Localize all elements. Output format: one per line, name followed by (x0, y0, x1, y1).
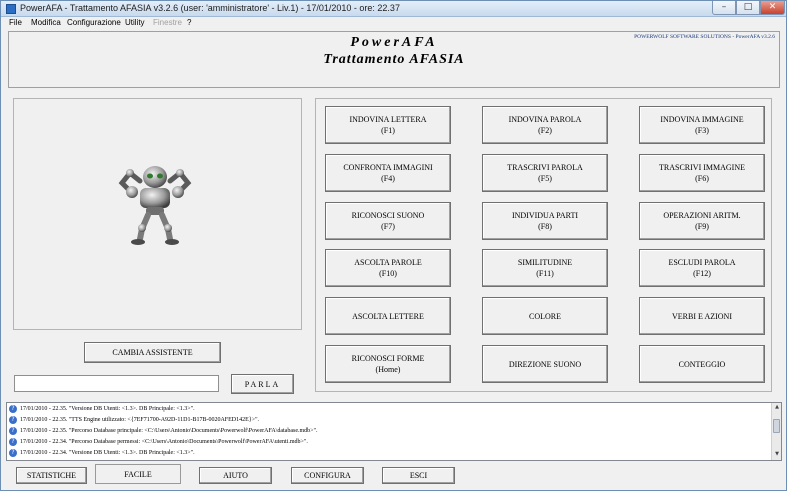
exercise-button-riconosci-forme[interactable]: RICONOSCI FORME (Home) (325, 345, 451, 383)
title-bar[interactable]: PowerAFA - Trattamento AFASIA v3.2.6 (us… (1, 1, 786, 17)
exercise-shortcut: (F9) (695, 222, 709, 231)
exercise-shortcut: (F8) (538, 222, 552, 231)
exercise-shortcut: (F7) (381, 222, 395, 231)
menu-configurazione[interactable]: Configurazione (67, 18, 121, 27)
menu-help[interactable]: ? (187, 18, 191, 27)
exercise-label: RICONOSCI FORME (351, 354, 425, 363)
menu-bar: File Modifica Configurazione Utility Fin… (1, 17, 786, 30)
exercise-button-confronta-immagini[interactable]: CONFRONTA IMMAGINI (F4) (325, 154, 451, 192)
exercise-label: CONTEGGIO (678, 359, 726, 369)
exercise-button-trascrivi-parola[interactable]: TRASCRIVI PAROLA (F5) (482, 154, 608, 192)
log-scrollbar[interactable]: ▲ ▼ (771, 403, 781, 460)
scroll-thumb[interactable] (773, 419, 780, 433)
app-window: PowerAFA - Trattamento AFASIA v3.2.6 (us… (0, 0, 787, 491)
exercise-shortcut: (F11) (536, 269, 554, 278)
log-entry[interactable]: ? 17/01/2010 - 22.35. "Versione DB Utenti… (9, 404, 195, 415)
app-subtitle: Trattamento AFASIA (323, 52, 465, 67)
info-icon: ? (9, 437, 17, 446)
log-entry[interactable]: ? 17/01/2010 - 22.35. "TTS Engine utilizz… (9, 415, 259, 426)
exercise-label: SIMILITUDINE (517, 258, 573, 267)
event-log[interactable]: ? 17/01/2010 - 22.35. "Versione DB Utenti… (6, 402, 782, 461)
menu-utility[interactable]: Utility (125, 18, 145, 27)
exercise-button-colore[interactable]: COLORE (482, 297, 608, 335)
assistant-panel (13, 98, 302, 330)
exercise-shortcut: (F1) (381, 126, 395, 135)
company-label: POWERWOLF SOFTWARE SOLUTIONS - PowerAFA … (634, 34, 775, 40)
exercise-label: INDOVINA LETTERA (349, 115, 427, 124)
scroll-up-arrow-icon[interactable]: ▲ (773, 403, 781, 412)
exercise-label: ASCOLTA PAROLE (354, 258, 422, 267)
exercise-label: RICONOSCI SUONO (351, 211, 425, 220)
exercise-shortcut: (Home) (375, 365, 401, 374)
log-text: 17/01/2010 - 22.35. "Versione DB Utenti:… (20, 406, 195, 412)
exercise-button-ascolta-lettere[interactable]: ASCOLTA LETTERE (325, 297, 451, 335)
log-entry[interactable]: ? 17/01/2010 - 22.35. "Percorso Database … (9, 426, 318, 437)
info-icon: ? (9, 415, 17, 424)
exercise-label: VERBI E AZIONI (672, 311, 732, 321)
exercise-button-conteggio[interactable]: CONTEGGIO (639, 345, 765, 383)
exercise-button-indovina-lettera[interactable]: INDOVINA LETTERA (F1) (325, 106, 451, 144)
exercise-label: COLORE (529, 311, 561, 321)
exercise-button-direzione-suono[interactable]: DIREZIONE SUONO (482, 345, 608, 383)
aiuto-button[interactable]: AIUTO (199, 467, 272, 484)
exercise-label: OPERAZIONI ARITM. (663, 211, 741, 220)
exercise-shortcut: (F10) (379, 269, 397, 278)
close-button[interactable]: ✕ (760, 1, 785, 15)
esci-button[interactable]: ESCI (382, 467, 455, 484)
minimize-button[interactable]: – (712, 1, 736, 15)
exercise-button-operazioni-aritm[interactable]: OPERAZIONI ARITM. (F9) (639, 202, 765, 240)
log-entry[interactable]: ? 17/01/2010 - 22.34. "Versione DB Utenti… (9, 448, 195, 459)
exercise-shortcut: (F4) (381, 174, 395, 183)
exercise-label: TRASCRIVI IMMAGINE (659, 163, 745, 172)
exercise-shortcut: (F12) (693, 269, 711, 278)
log-entry[interactable]: ? 17/01/2010 - 22.34. "Percorso Database … (9, 437, 308, 448)
exercise-button-riconosci-suono[interactable]: RICONOSCI SUONO (F7) (325, 202, 451, 240)
exercise-button-indovina-parola[interactable]: INDOVINA PAROLA (F2) (482, 106, 608, 144)
maximize-button[interactable]: □ (736, 1, 760, 15)
scroll-down-arrow-icon[interactable]: ▼ (773, 450, 781, 459)
log-text: 17/01/2010 - 22.35. "Percorso Database p… (20, 428, 318, 434)
facile-button[interactable]: FACILE (95, 464, 181, 484)
exercise-button-escludi-parola[interactable]: ESCLUDI PAROLA (F12) (639, 249, 765, 287)
exercise-label: INDOVINA IMMAGINE (660, 115, 744, 124)
exercise-button-similitudine[interactable]: SIMILITUDINE (F11) (482, 249, 608, 287)
exercise-label: ESCLUDI PAROLA (668, 258, 736, 267)
exercise-button-individua-parti[interactable]: INDIVIDUA PARTI (F8) (482, 202, 608, 240)
info-icon: ? (9, 404, 17, 413)
log-text: 17/01/2010 - 22.34. "Versione DB Utenti:… (20, 450, 195, 456)
exercise-button-verbi-e-azioni[interactable]: VERBI E AZIONI (639, 297, 765, 335)
exercise-label: INDIVIDUA PARTI (511, 211, 579, 220)
statistiche-button[interactable]: STATISTICHE (16, 467, 87, 484)
exercise-shortcut: (F5) (538, 174, 552, 183)
exercise-label: ASCOLTA LETTERE (352, 311, 424, 321)
exercise-label: DIREZIONE SUONO (508, 359, 582, 369)
configura-button[interactable]: CONFIGURA (291, 467, 364, 484)
exercise-label: INDOVINA PAROLA (508, 115, 582, 124)
header-panel: PowerAFA Trattamento AFASIA POWERWOLF SO… (8, 31, 780, 88)
menu-file[interactable]: File (9, 18, 22, 27)
menu-finestre: Finestre (153, 18, 182, 27)
speak-button[interactable]: PARLA (231, 374, 294, 394)
exercise-label: TRASCRIVI PAROLA (507, 163, 583, 172)
exercise-button-indovina-immagine[interactable]: INDOVINA IMMAGINE (F3) (639, 106, 765, 144)
log-text: 17/01/2010 - 22.35. "TTS Engine utilizza… (20, 417, 260, 423)
exercise-button-ascolta-parole[interactable]: ASCOLTA PAROLE (F10) (325, 249, 451, 287)
exercise-label: CONFRONTA IMMAGINI (343, 163, 433, 172)
info-icon: ? (9, 426, 17, 435)
exercise-shortcut: (F6) (695, 174, 709, 183)
robot-assistant-image[interactable] (110, 165, 200, 247)
log-text: 17/01/2010 - 22.34. "Percorso Database p… (20, 439, 308, 445)
menu-modifica[interactable]: Modifica (31, 18, 61, 27)
exercise-button-trascrivi-immagine[interactable]: TRASCRIVI IMMAGINE (F6) (639, 154, 765, 192)
info-icon: ? (9, 448, 17, 457)
app-icon (6, 4, 16, 14)
change-assistant-button[interactable]: CAMBIA ASSISTENTE (84, 342, 221, 363)
exercise-shortcut: (F2) (538, 126, 552, 135)
window-title: PowerAFA - Trattamento AFASIA v3.2.6 (us… (20, 3, 400, 13)
speak-text-input[interactable] (14, 375, 219, 392)
exercise-shortcut: (F3) (695, 126, 709, 135)
